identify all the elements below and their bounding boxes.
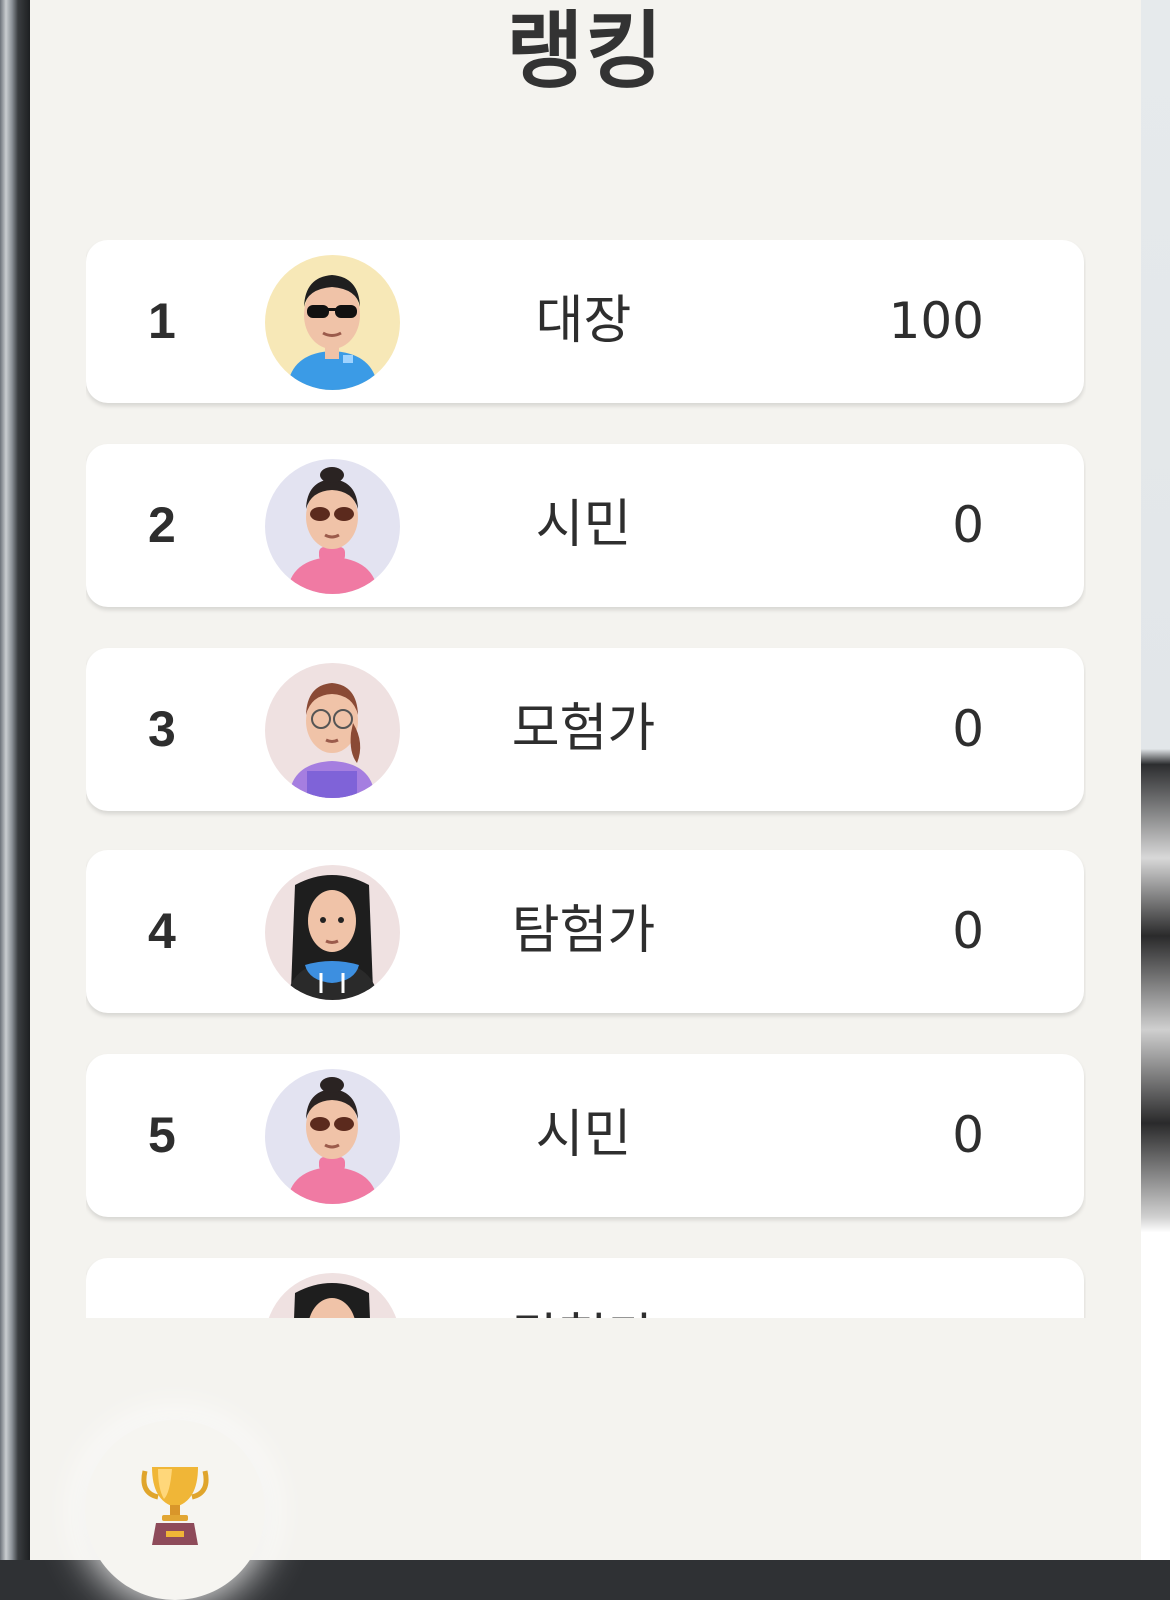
ranking-list[interactable]: 1 대장 100 2 시민 0 3 모험가 0 4 탐험가 0 5 시민 0 — [86, 240, 1086, 1318]
rank-number: 1 — [148, 293, 176, 349]
ranking-row[interactable]: 3 모험가 0 — [86, 648, 1084, 811]
player-score: 0 — [952, 496, 984, 554]
rank-number: 2 — [148, 497, 176, 553]
player-name: 탐험가 — [511, 901, 656, 961]
ranking-row[interactable]: 1 대장 100 — [86, 240, 1084, 403]
trophy-icon — [141, 1467, 209, 1545]
player-score: 0 — [952, 902, 984, 960]
page-title: 랭킹 — [506, 2, 665, 100]
ranking-nav-button[interactable] — [85, 1420, 265, 1600]
rank-number: 4 — [148, 903, 176, 959]
background-left — [0, 0, 30, 1560]
avatar-sunglasses-man-icon — [265, 255, 400, 390]
ranking-row[interactable]: 탐험가 — [86, 1258, 1084, 1318]
ranking-row[interactable]: 2 시민 0 — [86, 444, 1084, 607]
rank-number: 5 — [148, 1107, 176, 1163]
avatar-sunglasses-woman-icon — [265, 459, 400, 594]
player-name: 탐험가 — [446, 1258, 721, 1318]
player-name: 모험가 — [511, 699, 656, 759]
player-score: 100 — [888, 292, 984, 350]
rank-number: 3 — [148, 701, 176, 757]
player-name: 시민 — [535, 1105, 632, 1165]
player-name: 시민 — [535, 495, 632, 555]
ranking-panel: 랭킹 1 대장 100 2 시민 0 3 모험가 0 4 탐험가 0 5 시민 … — [30, 0, 1141, 1600]
avatar-sunglasses-woman-icon — [265, 1069, 400, 1204]
ranking-row[interactable]: 4 탐험가 0 — [86, 850, 1084, 1013]
avatar-long-hair-hoodie-icon — [265, 865, 400, 1000]
ranking-row[interactable]: 5 시민 0 — [86, 1054, 1084, 1217]
avatar-long-hair-hoodie-icon — [265, 1273, 400, 1318]
avatar-glasses-woman-icon — [265, 663, 400, 798]
player-score: 0 — [952, 1106, 984, 1164]
background-right — [1141, 0, 1170, 1560]
player-score: 0 — [952, 700, 984, 758]
player-name: 대장 — [535, 291, 632, 351]
